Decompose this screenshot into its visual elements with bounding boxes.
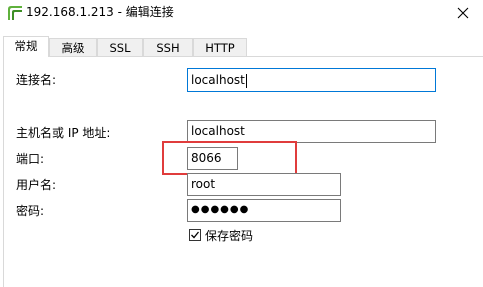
tab-ssh[interactable]: SSH (143, 38, 193, 56)
save-password-checkbox[interactable] (189, 229, 201, 241)
connection-name-value: localhost (191, 73, 245, 87)
connection-name-label: 连接名: (16, 73, 57, 87)
tab-http[interactable]: HTTP (193, 38, 247, 56)
title-bar: 192.168.1.213 - 编辑连接 (0, 0, 483, 30)
navicat-icon (5, 3, 25, 23)
user-label: 用户名: (16, 178, 57, 192)
window-title: 192.168.1.213 - 编辑连接 (26, 5, 174, 19)
host-input[interactable]: localhost (187, 120, 436, 143)
password-input[interactable]: ●●●●●● (187, 199, 341, 222)
close-button[interactable] (443, 0, 483, 28)
port-label: 端口: (16, 152, 45, 166)
tab-general[interactable]: 常规 (3, 36, 49, 57)
tab-bar: 常规 高级 SSL SSH HTTP (0, 36, 483, 57)
user-input[interactable]: root (187, 173, 341, 196)
port-highlight-box (162, 141, 297, 175)
text-caret (245, 73, 247, 88)
host-label: 主机名或 IP 地址: (16, 126, 111, 140)
tab-ssl[interactable]: SSL (97, 38, 143, 56)
connection-name-input[interactable]: localhost (187, 68, 436, 92)
tab-advanced[interactable]: 高级 (49, 38, 97, 56)
checkmark-icon (191, 231, 200, 239)
close-icon (457, 7, 469, 22)
password-label: 密码: (16, 204, 45, 218)
save-password-label[interactable]: 保存密码 (205, 228, 253, 244)
